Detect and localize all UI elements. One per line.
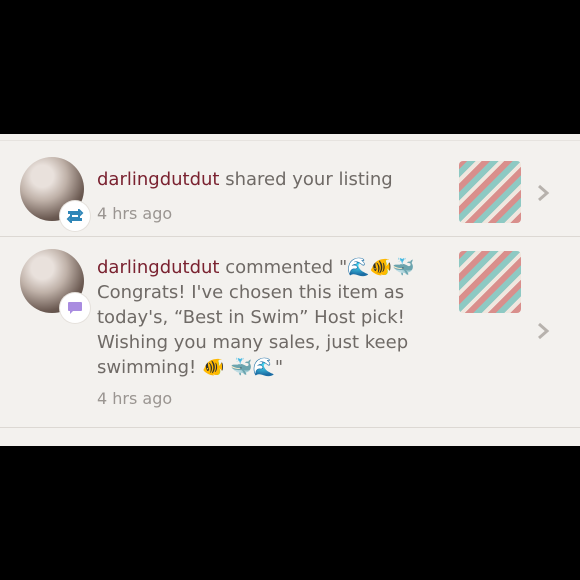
notification-text: darlingdutdut commented "🌊🐠🐳 Congrats! I… [97, 255, 415, 380]
comment-icon [68, 302, 82, 314]
chevron-right-icon[interactable] [536, 183, 550, 203]
listing-thumbnail[interactable] [459, 161, 521, 223]
notification-item[interactable]: darlingdutdut shared your listing 4 hrs … [0, 140, 580, 237]
next-notification-partial [0, 428, 580, 446]
repost-badge [60, 201, 90, 231]
timestamp: 4 hrs ago [97, 204, 173, 223]
username-link[interactable]: darlingdutdut [97, 257, 219, 278]
timestamp: 4 hrs ago [97, 389, 173, 408]
notification-text: darlingdutdut shared your listing [97, 167, 415, 192]
comment-badge [60, 293, 90, 323]
repost-icon [66, 209, 84, 223]
notification-item[interactable]: darlingdutdut commented "🌊🐠🐳 Congrats! I… [0, 236, 580, 428]
listing-thumbnail[interactable] [459, 251, 521, 313]
notification-action: shared your listing [219, 169, 393, 190]
notifications-panel: darlingdutdut shared your listing 4 hrs … [0, 134, 580, 446]
username-link[interactable]: darlingdutdut [97, 169, 219, 190]
chevron-right-icon[interactable] [536, 321, 550, 341]
